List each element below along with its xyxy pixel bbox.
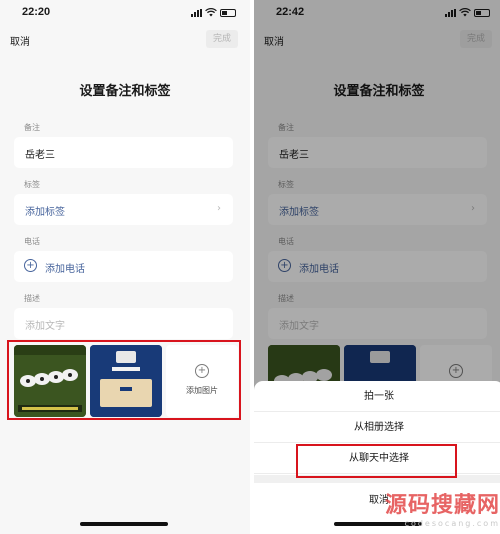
status-bar: 22:20 [0,0,250,26]
add-tags-row[interactable]: 添加标签 › [14,194,233,225]
add-phone-row[interactable]: + 添加电话 [14,251,233,282]
done-button[interactable]: 完成 [206,30,238,48]
wifi-icon [205,8,217,17]
status-icons [191,8,236,17]
highlight-chat-option [296,444,457,478]
home-indicator [80,522,168,526]
remark-label: 备注 [24,123,40,132]
take-photo-option[interactable]: 拍一张 [254,381,500,412]
phone-label: 电话 [24,237,40,246]
remark-field[interactable]: 岳老三 [14,137,233,168]
add-tags-link: 添加标签 [25,207,65,218]
description-input[interactable]: 添加文字 [14,308,233,339]
description-label: 描述 [24,294,40,303]
status-time: 22:20 [22,6,51,18]
remark-value: 岳老三 [25,150,55,161]
page-title: 设置备注和标签 [79,84,171,99]
signal-icon [191,8,202,17]
add-phone-link: 添加电话 [45,264,85,275]
battery-icon [220,8,236,17]
highlight-photo-row [7,340,241,420]
watermark-title: 源码搜藏网 [384,493,500,518]
description-placeholder: 添加文字 [25,321,65,332]
left-screen: 22:20 取消 完成 设置备注和标签 备注 岳老三 标签 添加标签 › 电话 … [0,0,250,534]
choose-from-album-option[interactable]: 从相册选择 [254,412,500,443]
cancel-button[interactable]: 取消 [10,33,30,48]
plus-circle-icon: + [24,259,37,272]
nav-bar: 取消 完成 [0,30,250,50]
chevron-right-icon: › [217,203,221,214]
tags-label: 标签 [24,180,40,189]
watermark: 源码搜藏网 codesocang.com [385,487,500,528]
watermark-url: codesocang.com [404,519,500,528]
